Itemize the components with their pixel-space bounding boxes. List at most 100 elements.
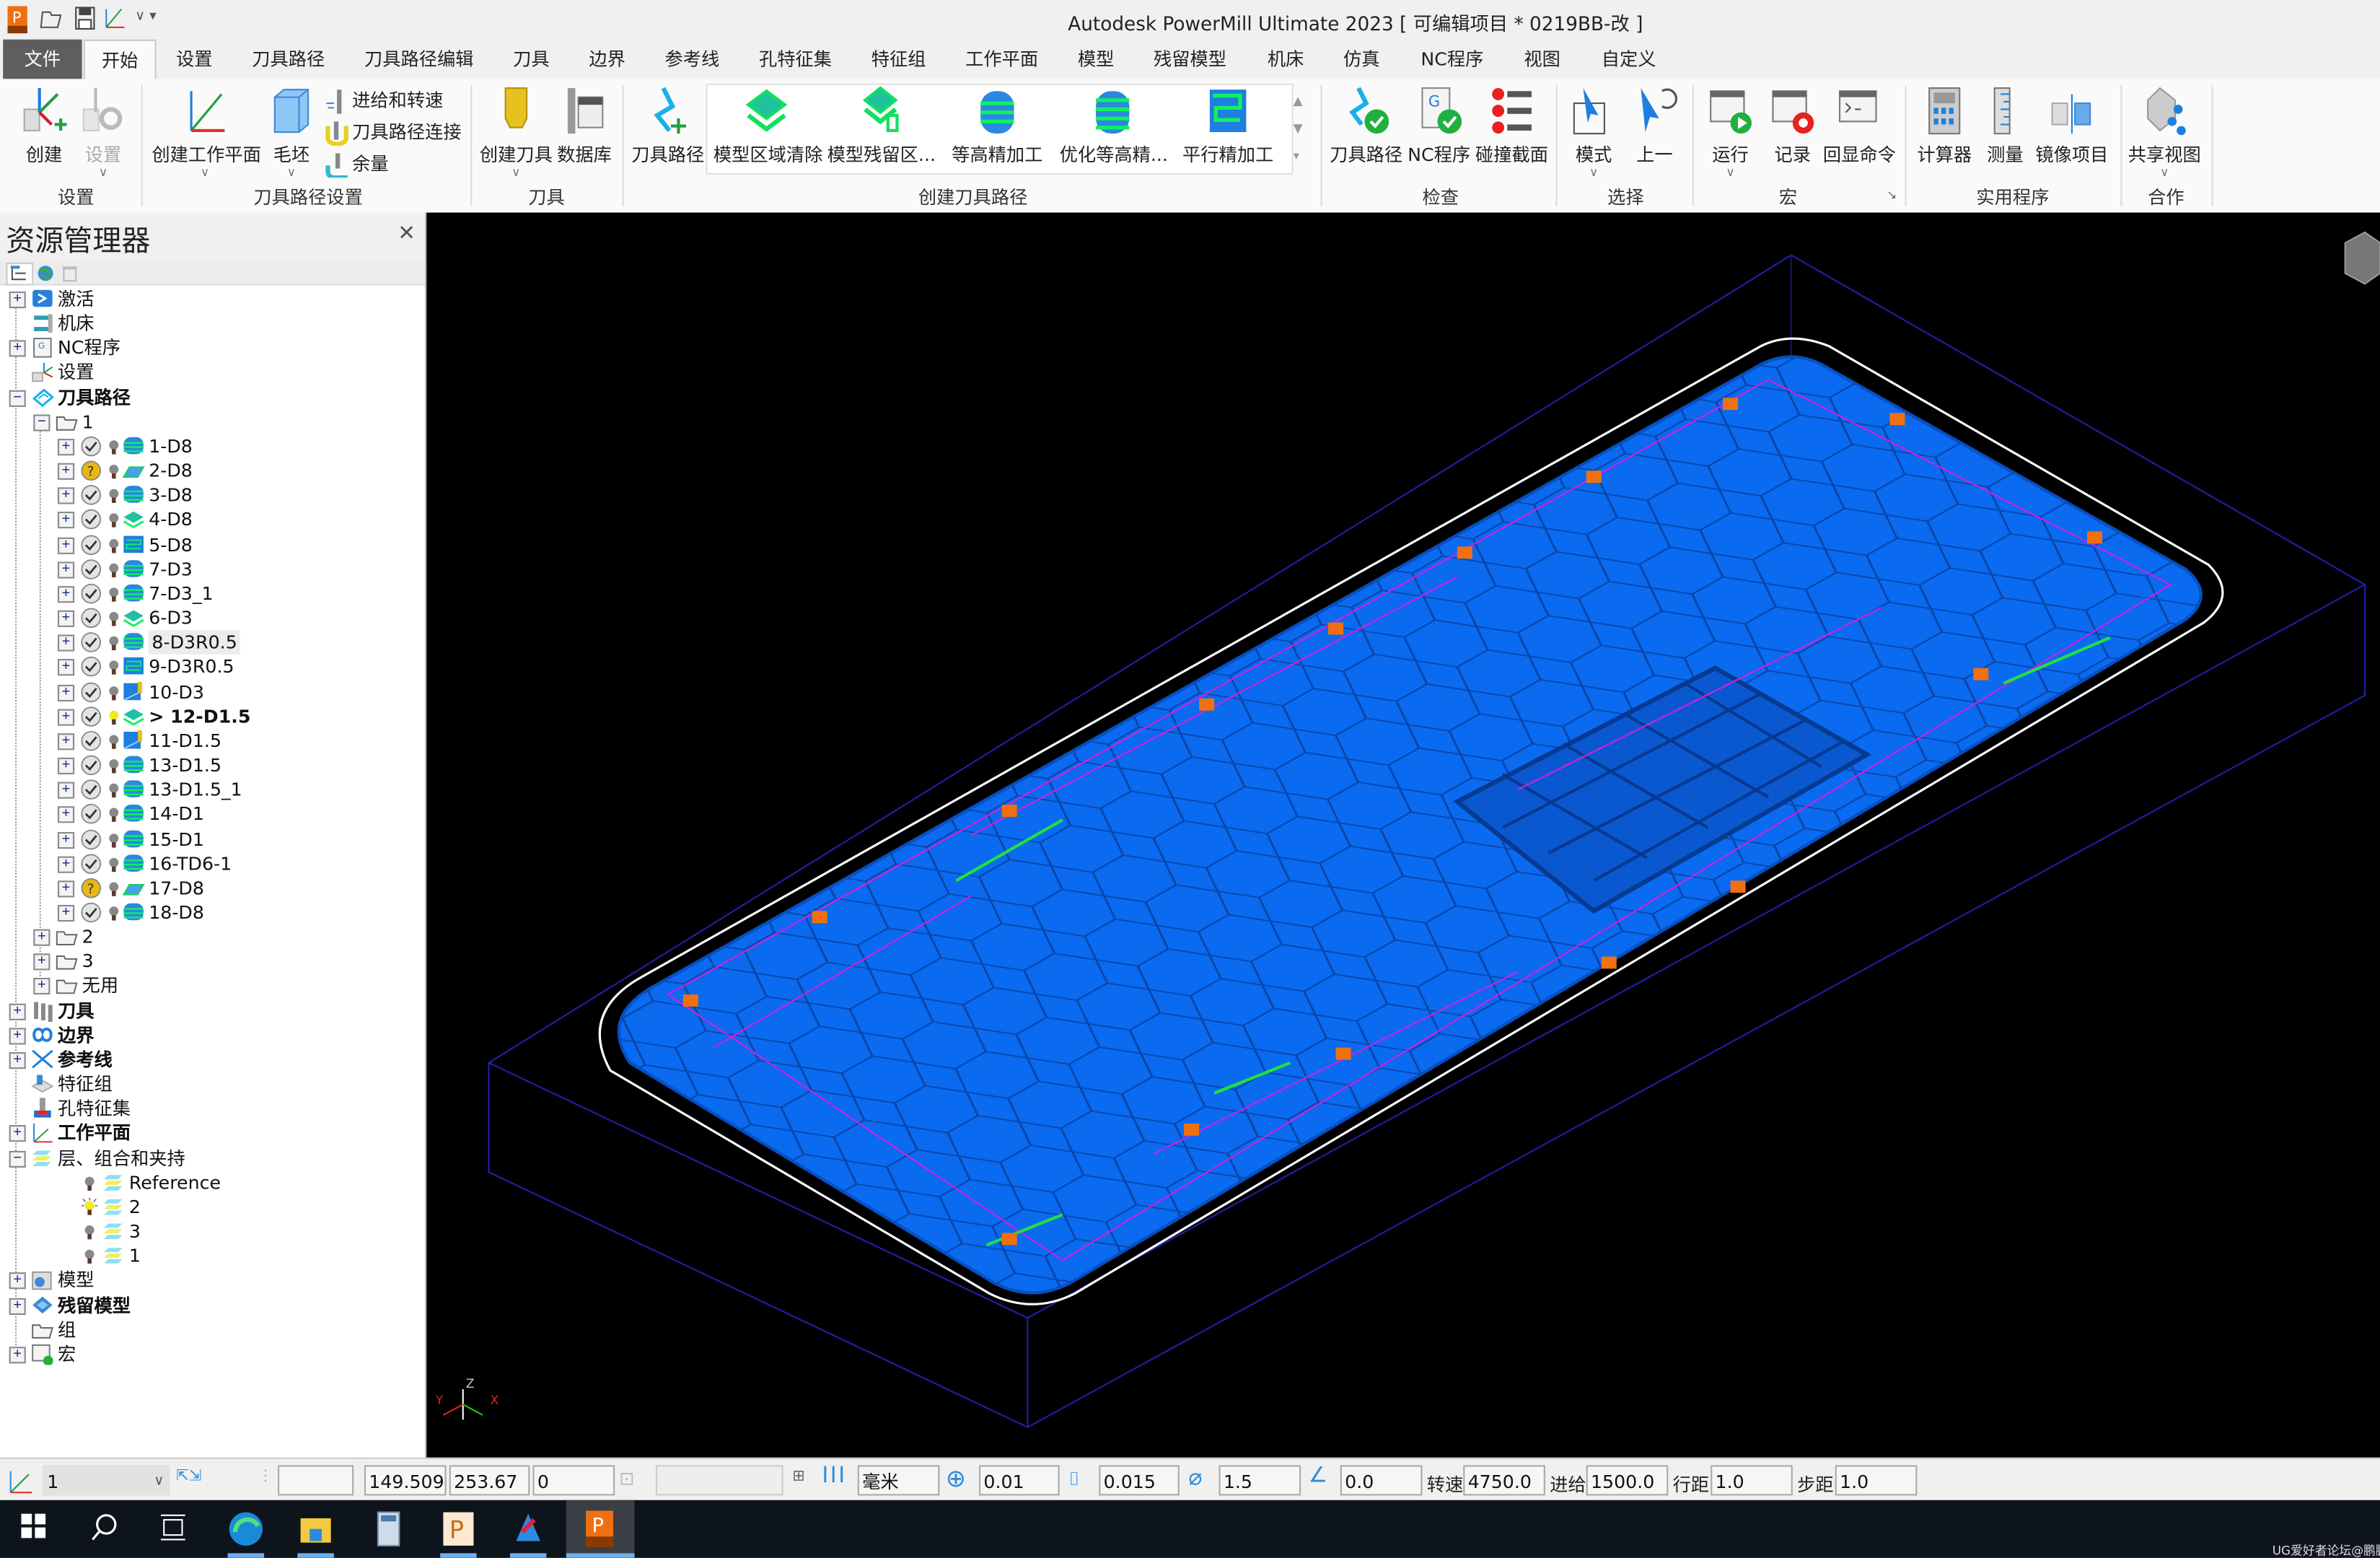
toolpath-tree-item[interactable]: +? 2-D8 [0,459,425,483]
tab-toolpath-edit[interactable]: 刀具路径编辑 [361,40,477,79]
tree-view-icon[interactable] [6,262,34,286]
tree-item[interactable]: + 残留模型 [0,1293,425,1318]
expand-icon[interactable]: + [57,438,75,456]
powermill-viewer-icon[interactable]: P [440,1510,476,1546]
tree-item[interactable]: + 工作平面 [0,1121,425,1146]
tab-models[interactable]: 模型 [1075,40,1117,79]
calculated-check-icon[interactable] [79,828,103,849]
lightbulb-off-icon[interactable] [106,632,121,653]
tab-tools[interactable]: 刀具 [510,40,553,79]
tree-item[interactable]: − 层、组合和夹持 [0,1146,425,1170]
expand-icon[interactable]: + [57,732,75,750]
echo-commands-button[interactable]: 回显命令 [1817,85,1902,167]
file-explorer-icon[interactable] [297,1510,333,1546]
expand-icon[interactable]: + [57,561,75,579]
lightbulb-on-icon[interactable] [79,1196,100,1217]
calculated-check-icon[interactable] [79,632,103,653]
calculated-check-icon[interactable] [79,485,103,506]
task-view-icon[interactable] [157,1510,193,1546]
tab-toolpaths[interactable]: 刀具路径 [249,40,328,79]
tab-view[interactable]: 视图 [1521,40,1563,79]
angle-field[interactable]: 0.0 [1340,1465,1423,1496]
tab-nc-programs[interactable]: NC程序 [1418,40,1486,79]
toolpath-tree-item[interactable]: + > 12-D1.5 [0,704,425,729]
tree-item[interactable]: + G NC程序 [0,336,425,361]
toolpath-tree-item[interactable]: +1-D8 [0,434,425,459]
tool-database-button[interactable]: 数据库 [542,85,627,167]
spindle-field[interactable]: 4750.0 [1463,1465,1545,1496]
lightbulb-off-icon[interactable] [106,608,121,629]
tab-hole-features[interactable]: 孔特征集 [756,40,835,79]
toolpath-tree-item[interactable]: +? 17-D8 [0,876,425,901]
feeds-speeds-button[interactable]: 进给和转速 [325,87,443,113]
expand-icon[interactable]: + [57,487,75,505]
calculated-check-icon[interactable] [79,902,103,923]
calculated-check-icon[interactable] [79,779,103,800]
previous-selection-button[interactable]: 上一 [1612,85,1697,167]
expand-icon[interactable]: + [57,634,75,652]
lightbulb-off-icon[interactable] [106,779,121,800]
toolpath-connect-button[interactable]: 刀具路径连接 [325,118,462,145]
toolpath-tree-item[interactable]: +6-D3 [0,606,425,631]
expand-icon[interactable]: + [9,1346,26,1364]
lightbulb-off-icon[interactable] [106,534,121,555]
tree-item[interactable]: −1 [0,410,425,434]
feed-field[interactable]: 1500.0 [1586,1465,1669,1496]
expand-icon[interactable]: + [57,536,75,554]
expand-icon[interactable]: + [57,831,75,849]
expand-icon[interactable]: + [33,978,51,996]
collapse-icon[interactable]: − [33,413,51,432]
calculated-check-icon[interactable] [79,608,103,629]
share-view-button[interactable]: 共享视图 ∨ [2122,85,2207,179]
tab-setup[interactable]: 设置 [173,40,216,79]
cursor-x-field[interactable]: 149.509 [364,1465,447,1496]
setup-button[interactable]: 设置 ∨ [61,85,146,179]
lightbulb-off-icon[interactable] [106,657,121,678]
toolpath-tree-item[interactable]: +10-D3 [0,680,425,704]
calculated-check-icon[interactable] [79,583,103,604]
expand-icon[interactable]: + [57,463,75,481]
units-field[interactable]: 毫米 [857,1465,940,1496]
tab-machine[interactable]: 机床 [1265,40,1307,79]
app-icon[interactable] [510,1510,546,1546]
view-cube-icon[interactable] [2344,231,2380,285]
expand-icon[interactable]: + [57,683,75,701]
snap-icon[interactable]: ⊡ [619,1469,644,1493]
lightbulb-off-icon[interactable] [106,804,121,825]
model-area-clearance-button[interactable]: 模型区域清除 [713,85,822,167]
toolpath-tree-item[interactable]: +16-TD6-1 [0,852,425,876]
lightbulb-off-icon[interactable] [106,755,121,776]
macro-dialog-launcher-icon[interactable]: ↘ [1887,188,1897,202]
toolpath-strategy-button[interactable]: 刀具路径 [625,85,711,167]
collapse-icon[interactable]: − [9,389,26,407]
tree-item[interactable]: + 激活 [0,287,425,312]
raster-finishing-button[interactable]: 平行精加工 [1174,85,1281,167]
graphics-viewport[interactable]: Z X Y [426,212,2380,1458]
workplane-tools-icon[interactable]: ⇱⇲ [176,1469,201,1493]
expand-icon[interactable]: + [57,855,75,873]
gallery-scroll[interactable]: ▲ ▼ ▾ [1294,88,1303,170]
calculated-check-icon[interactable] [79,534,103,555]
thickness-button[interactable]: 余量 [325,150,389,178]
tree-item[interactable]: +3 [0,950,425,974]
layer-tree-item[interactable]: 3 [0,1220,425,1244]
calculated-check-icon[interactable] [79,681,103,702]
powermill-taskbar-icon[interactable]: P [581,1510,618,1547]
lightbulb-off-icon[interactable] [106,681,121,702]
create-workplane-button[interactable]: 创建工作平面 ∨ [152,85,261,179]
lightbulb-off-icon[interactable] [106,878,121,898]
tab-boundaries[interactable]: 边界 [586,40,628,79]
tree-item[interactable]: + 参考线 [0,1048,425,1072]
workplane-select[interactable]: 1 ∨ [42,1465,170,1496]
cursor-y-field[interactable]: 253.67 [449,1465,530,1496]
lightbulb-off-icon[interactable] [106,730,121,751]
expand-icon[interactable]: + [57,904,75,922]
tree-item[interactable]: + 无用 [0,974,425,999]
expand-icon[interactable]: + [9,1027,26,1045]
layer-tree-item[interactable]: 2 [0,1195,425,1220]
expand-icon[interactable]: + [9,1051,26,1069]
lightbulb-off-icon[interactable] [79,1221,100,1242]
expand-icon[interactable]: + [57,610,75,628]
toolpath-tree-item[interactable]: +5-D8 [0,533,425,557]
toolpath-tree-item[interactable]: +8-D3R0.5 [0,630,425,655]
